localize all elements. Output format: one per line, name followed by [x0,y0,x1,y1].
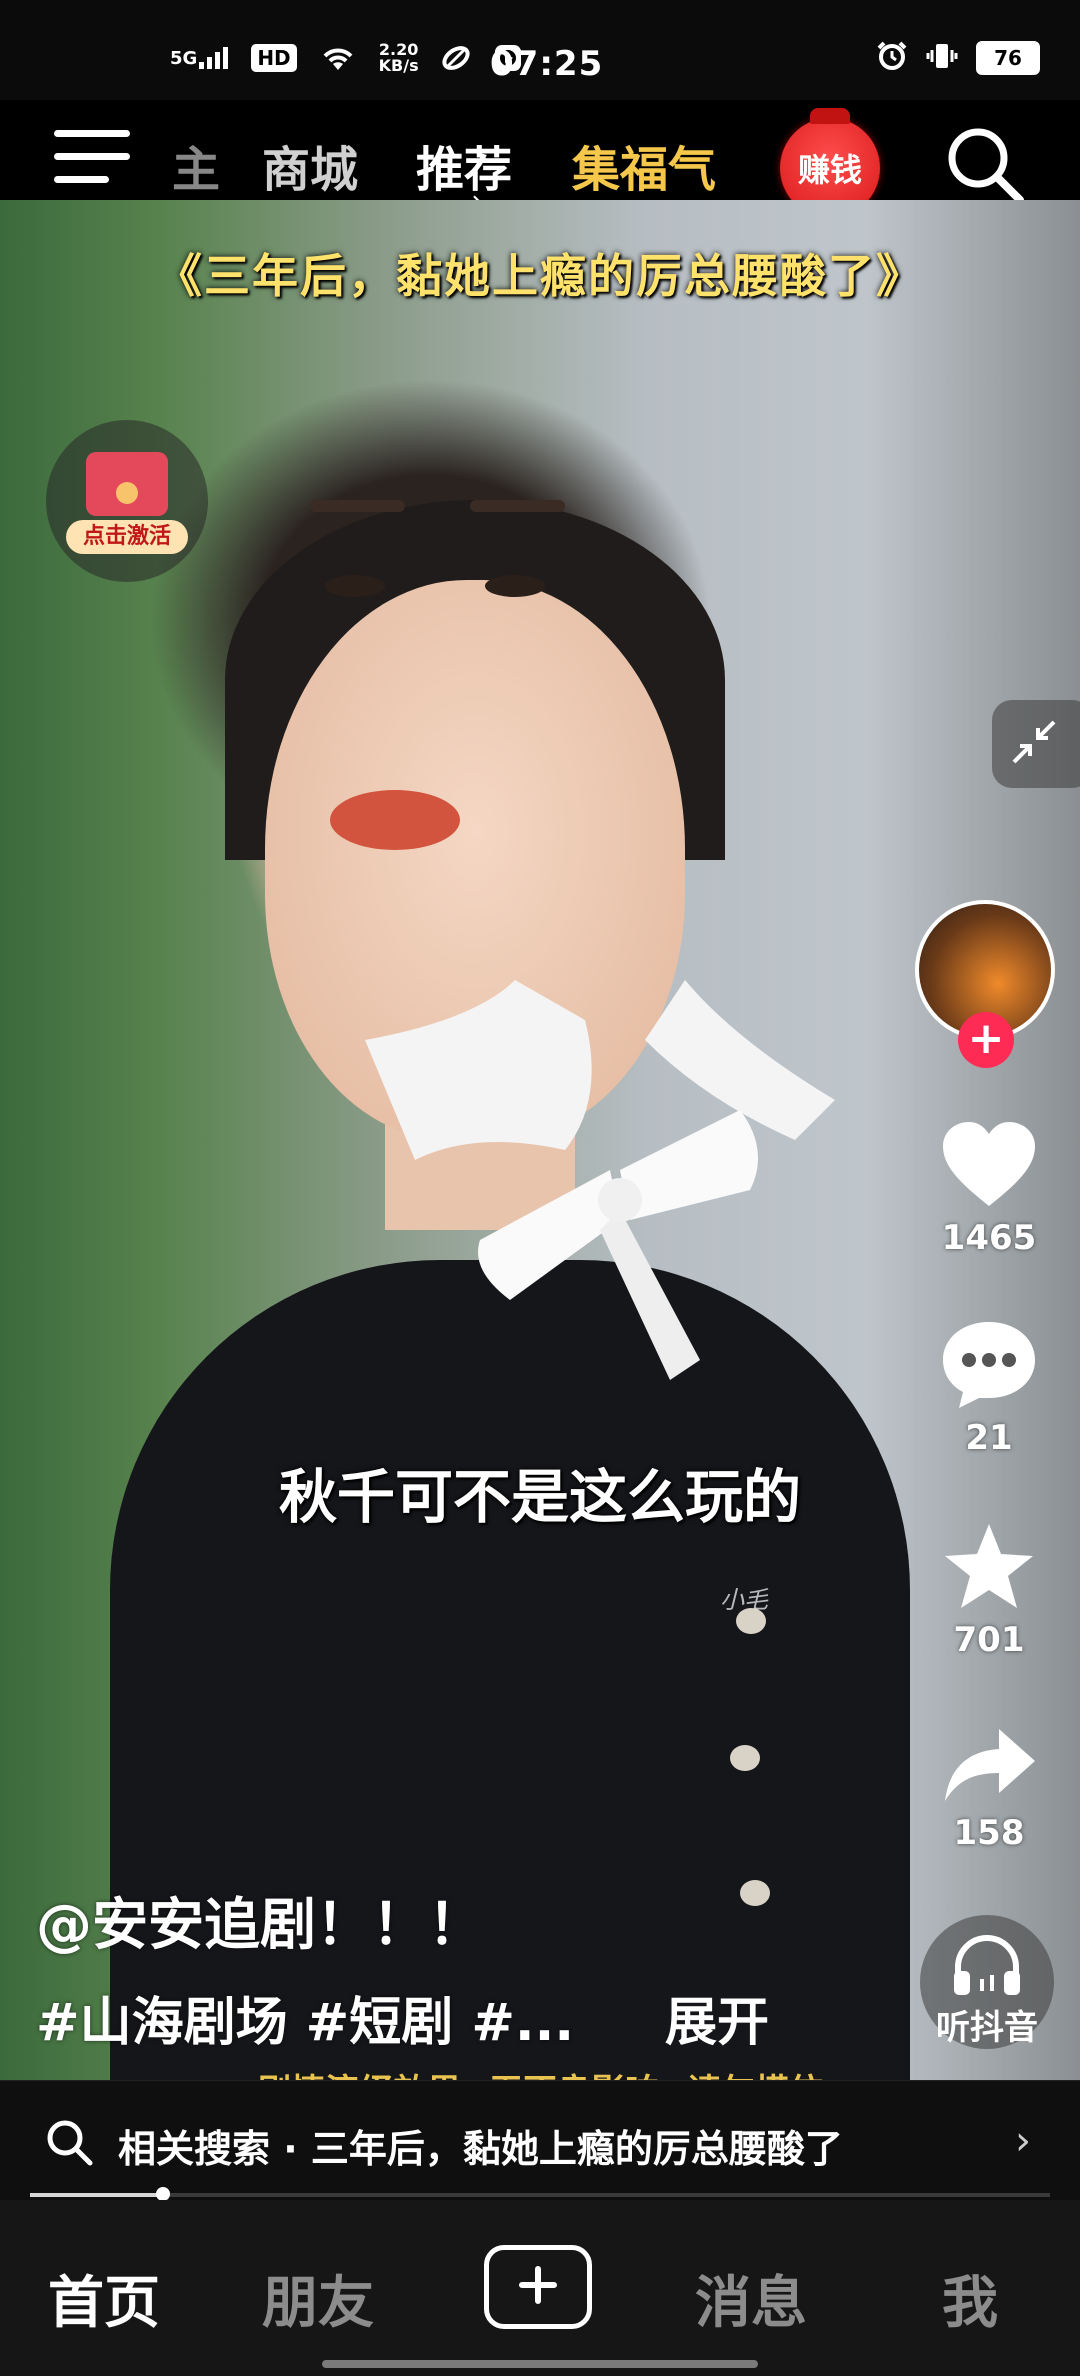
status-time: 07:25 [490,44,604,84]
red-envelope-icon [86,452,168,516]
hd-badge: HD [251,44,297,72]
video-figure-bow [478,1110,758,1380]
video-figure-lips [330,790,460,850]
network-speed: 2.20 KB/s [379,42,419,74]
video-figure-brow [310,500,405,512]
collapse-arrows-icon [1010,718,1058,770]
star-icon [941,1524,1037,1616]
author-name[interactable]: @安安追剧！！！ [36,1880,484,1961]
like-button[interactable]: 1465 [920,1120,1058,1258]
tab-home[interactable]: 首页 [48,2258,160,2339]
headphones-icon [952,1935,1022,2001]
shrink-screen-button[interactable] [992,700,1080,788]
video-subtitle: 秋千可不是这么玩的 [278,1463,801,1531]
favorite-count: 701 [953,1620,1025,1660]
speed-unit: KB/s [378,56,419,75]
leaf-app-icon [441,43,471,73]
search-icon [44,2117,94,2167]
video-figure-eye [485,575,545,597]
status-left-icons: 5G HD 2.20 KB/s [170,38,523,78]
video-progress-track[interactable] [30,2193,1050,2197]
battery-indicator: 76 [976,41,1040,75]
red-packet-label: 点击激活 [66,520,188,554]
alarm-icon [876,40,908,76]
favorite-button[interactable]: 701 [920,1520,1058,1660]
hashtags[interactable]: #山海剧场 #短剧 #... [36,1980,574,2055]
heart-icon [939,1122,1039,1214]
status-right-icons: 76 [876,40,1040,76]
listen-douyin-label: 听抖音 [936,2008,1038,2048]
cellular-signal-icon: 5G [170,47,229,69]
share-count: 158 [953,1813,1025,1853]
video-progress-knob[interactable] [156,2187,170,2201]
related-search-text[interactable]: 相关搜索 · 三年后，黏她上瘾的厉总腰酸了 [118,2118,843,2173]
plus-icon [518,2265,558,2309]
tab-collect-fortune[interactable]: 集福气 [572,130,716,200]
wifi-icon [319,44,357,72]
network-type: 5G [170,47,198,69]
share-button[interactable]: 158 [920,1725,1058,1853]
search-icon[interactable] [940,120,1030,210]
tab-me[interactable]: 我 [942,2258,998,2339]
share-arrow-icon [941,1729,1037,1809]
earn-money-label: 赚钱 [797,151,862,189]
comment-bubble-icon [939,1322,1039,1414]
comment-count: 21 [965,1418,1013,1458]
menu-icon[interactable] [54,130,130,190]
home-indicator[interactable] [322,2360,758,2368]
red-packet-button[interactable]: 点击激活 [46,420,208,582]
video-figure-button [730,1745,760,1771]
video-figure-button [740,1880,770,1906]
tab-partial[interactable]: 主 [172,130,220,200]
video-watermark: 小毛 [720,1586,768,1614]
tab-messages[interactable]: 消息 [695,2258,807,2339]
video-progress-fill [30,2193,163,2197]
expand-description-button[interactable]: 展开 [665,1980,769,2055]
video-title: 《三年后，黏她上瘾的厉总腰酸了》 [156,249,924,303]
like-count: 1465 [941,1218,1037,1258]
chevron-right-icon[interactable]: › [1015,2118,1031,2164]
video-figure-eye [325,575,385,597]
comment-button[interactable]: 21 [920,1318,1058,1458]
follow-plus-button[interactable]: + [958,1012,1014,1068]
video-figure-brow [470,500,565,512]
tab-mall[interactable]: 商城 [262,130,358,200]
tab-friends[interactable]: 朋友 [262,2258,374,2339]
vibrate-icon [926,40,958,76]
create-video-button[interactable] [484,2245,592,2329]
top-navigation [0,100,1080,200]
